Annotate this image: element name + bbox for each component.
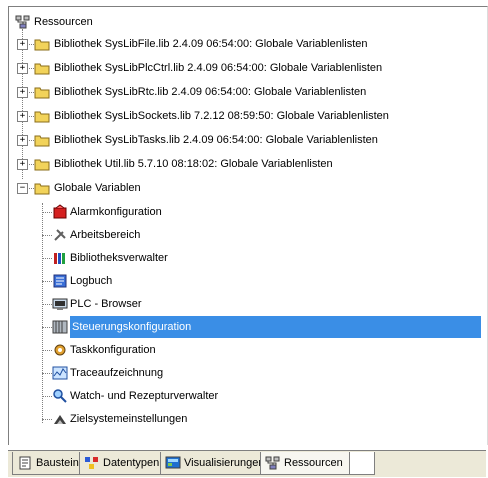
tree-item-label: Arbeitsbereich [70,229,141,241]
tree-item-label: Bibliotheksverwalter [70,252,168,264]
tree-item-arbeitsbereich[interactable]: Arbeitsbereich [9,224,479,246]
tree-item-logbuch[interactable]: Logbuch [9,270,479,292]
tree-item-label: Traceaufzeichnung [70,367,164,379]
folder-icon [34,39,50,51]
tree-root[interactable]: Ressourcen [9,11,479,33]
tree-item-label: Taskkonfiguration [70,344,156,356]
folder-icon [34,87,50,99]
folder-icon [34,135,50,147]
folder-icon [34,63,50,75]
tab-ressourcen[interactable]: Ressourcen [260,452,350,475]
tree-item-label: PLC - Browser [70,298,142,310]
expand-toggle[interactable]: + [17,135,28,146]
tree-item-taskkonfiguration[interactable]: Taskkonfiguration [9,339,479,361]
tree-item-library[interactable]: + Bibliothek SysLibSockets.lib 7.2.12 08… [9,105,479,127]
tree-item-zielsystemeinstellungen[interactable]: Zielsystemeinstellungen [9,408,479,430]
logbook-icon [53,274,67,288]
tab-datentypen[interactable]: Datentypen [79,452,161,475]
folder-icon [34,159,50,171]
library-manager-icon [54,253,65,264]
tree-item-label: Logbuch [70,275,113,287]
expand-toggle[interactable]: + [17,159,28,170]
library-label: Bibliothek SysLibPlcCtrl.lib 2.4.09 06:5… [54,62,383,74]
tree-item-traceaufzeichnung[interactable]: Traceaufzeichnung [9,362,479,384]
expand-toggle[interactable]: + [17,63,28,74]
expand-toggle[interactable]: + [17,39,28,50]
trace-recording-icon [52,366,68,380]
resources-tree-panel: Ressourcen + Bibliothek SysLibFile.lib 2… [8,6,488,445]
resources-icon [15,15,30,29]
folder-icon [34,183,50,195]
library-label: Bibliothek SysLibSockets.lib 7.2.12 08:5… [54,110,389,122]
tree-item-library[interactable]: + Bibliothek SysLibFile.lib 2.4.09 06:54… [9,33,479,55]
expand-toggle[interactable]: + [17,87,28,98]
workspace-tools-icon [54,229,66,241]
task-config-icon [54,344,66,356]
tree-item-library[interactable]: + Bibliothek Util.lib 5.7.10 08:18:02: G… [9,153,479,175]
tree-item-label: Zielsystemeinstellungen [70,413,188,425]
folder-icon [34,111,50,123]
resources-icon [265,456,280,470]
tab-strip-blank [349,452,375,475]
tree-item-label: Watch- und Rezepturverwalter [70,390,219,402]
tree-item-steuerungskonfiguration[interactable]: Steuerungskonfiguration [9,316,481,338]
library-label: Bibliothek Util.lib 5.7.10 08:18:02: Glo… [54,158,333,170]
object-organizer-tabs: Bausteine Datentypen Visualisierungen Re… [8,450,486,477]
tree-item-label: Steuerungskonfiguration [70,316,481,338]
tab-visualisierungen[interactable]: Visualisierungen [160,452,265,475]
datatypes-icon [85,457,98,469]
alarm-config-icon [53,204,67,219]
visualization-icon [165,456,181,469]
tree-item-library[interactable]: + Bibliothek SysLibPlcCtrl.lib 2.4.09 06… [9,57,479,79]
tree-item-library[interactable]: + Bibliothek SysLibTasks.lib 2.4.09 06:5… [9,129,479,151]
tab-bausteine[interactable]: Bausteine [12,452,85,475]
collapse-toggle[interactable]: − [17,183,28,194]
library-label: Bibliothek SysLibTasks.lib 2.4.09 06:54:… [54,134,378,146]
tree-item-library[interactable]: + Bibliothek SysLibRtc.lib 2.4.09 06:54:… [9,81,479,103]
pou-icon [19,456,31,470]
library-label: Bibliothek SysLibFile.lib 2.4.09 06:54:0… [54,38,368,50]
tree-item-label: Alarmkonfiguration [70,206,162,218]
tree-item-label: Globale Variablen [54,182,141,194]
watch-recipe-icon [53,389,67,403]
tree-root-label: Ressourcen [34,16,93,28]
tree-item-plc-browser[interactable]: PLC - Browser [9,293,479,315]
tree-item-globale-variablen[interactable]: − Globale Variablen [9,177,479,199]
tree-item-alarmkonfiguration[interactable]: Alarmkonfiguration [9,201,479,223]
library-label: Bibliothek SysLibRtc.lib 2.4.09 06:54:00… [54,86,367,98]
target-settings-icon [54,415,66,424]
expand-toggle[interactable]: + [17,111,28,122]
tree-item-bibliotheksverwalter[interactable]: Bibliotheksverwalter [9,247,479,269]
controller-config-icon [52,320,68,334]
plc-browser-icon [52,298,68,310]
tree-item-watch-und-rezepturverwalter[interactable]: Watch- und Rezepturverwalter [9,385,479,407]
